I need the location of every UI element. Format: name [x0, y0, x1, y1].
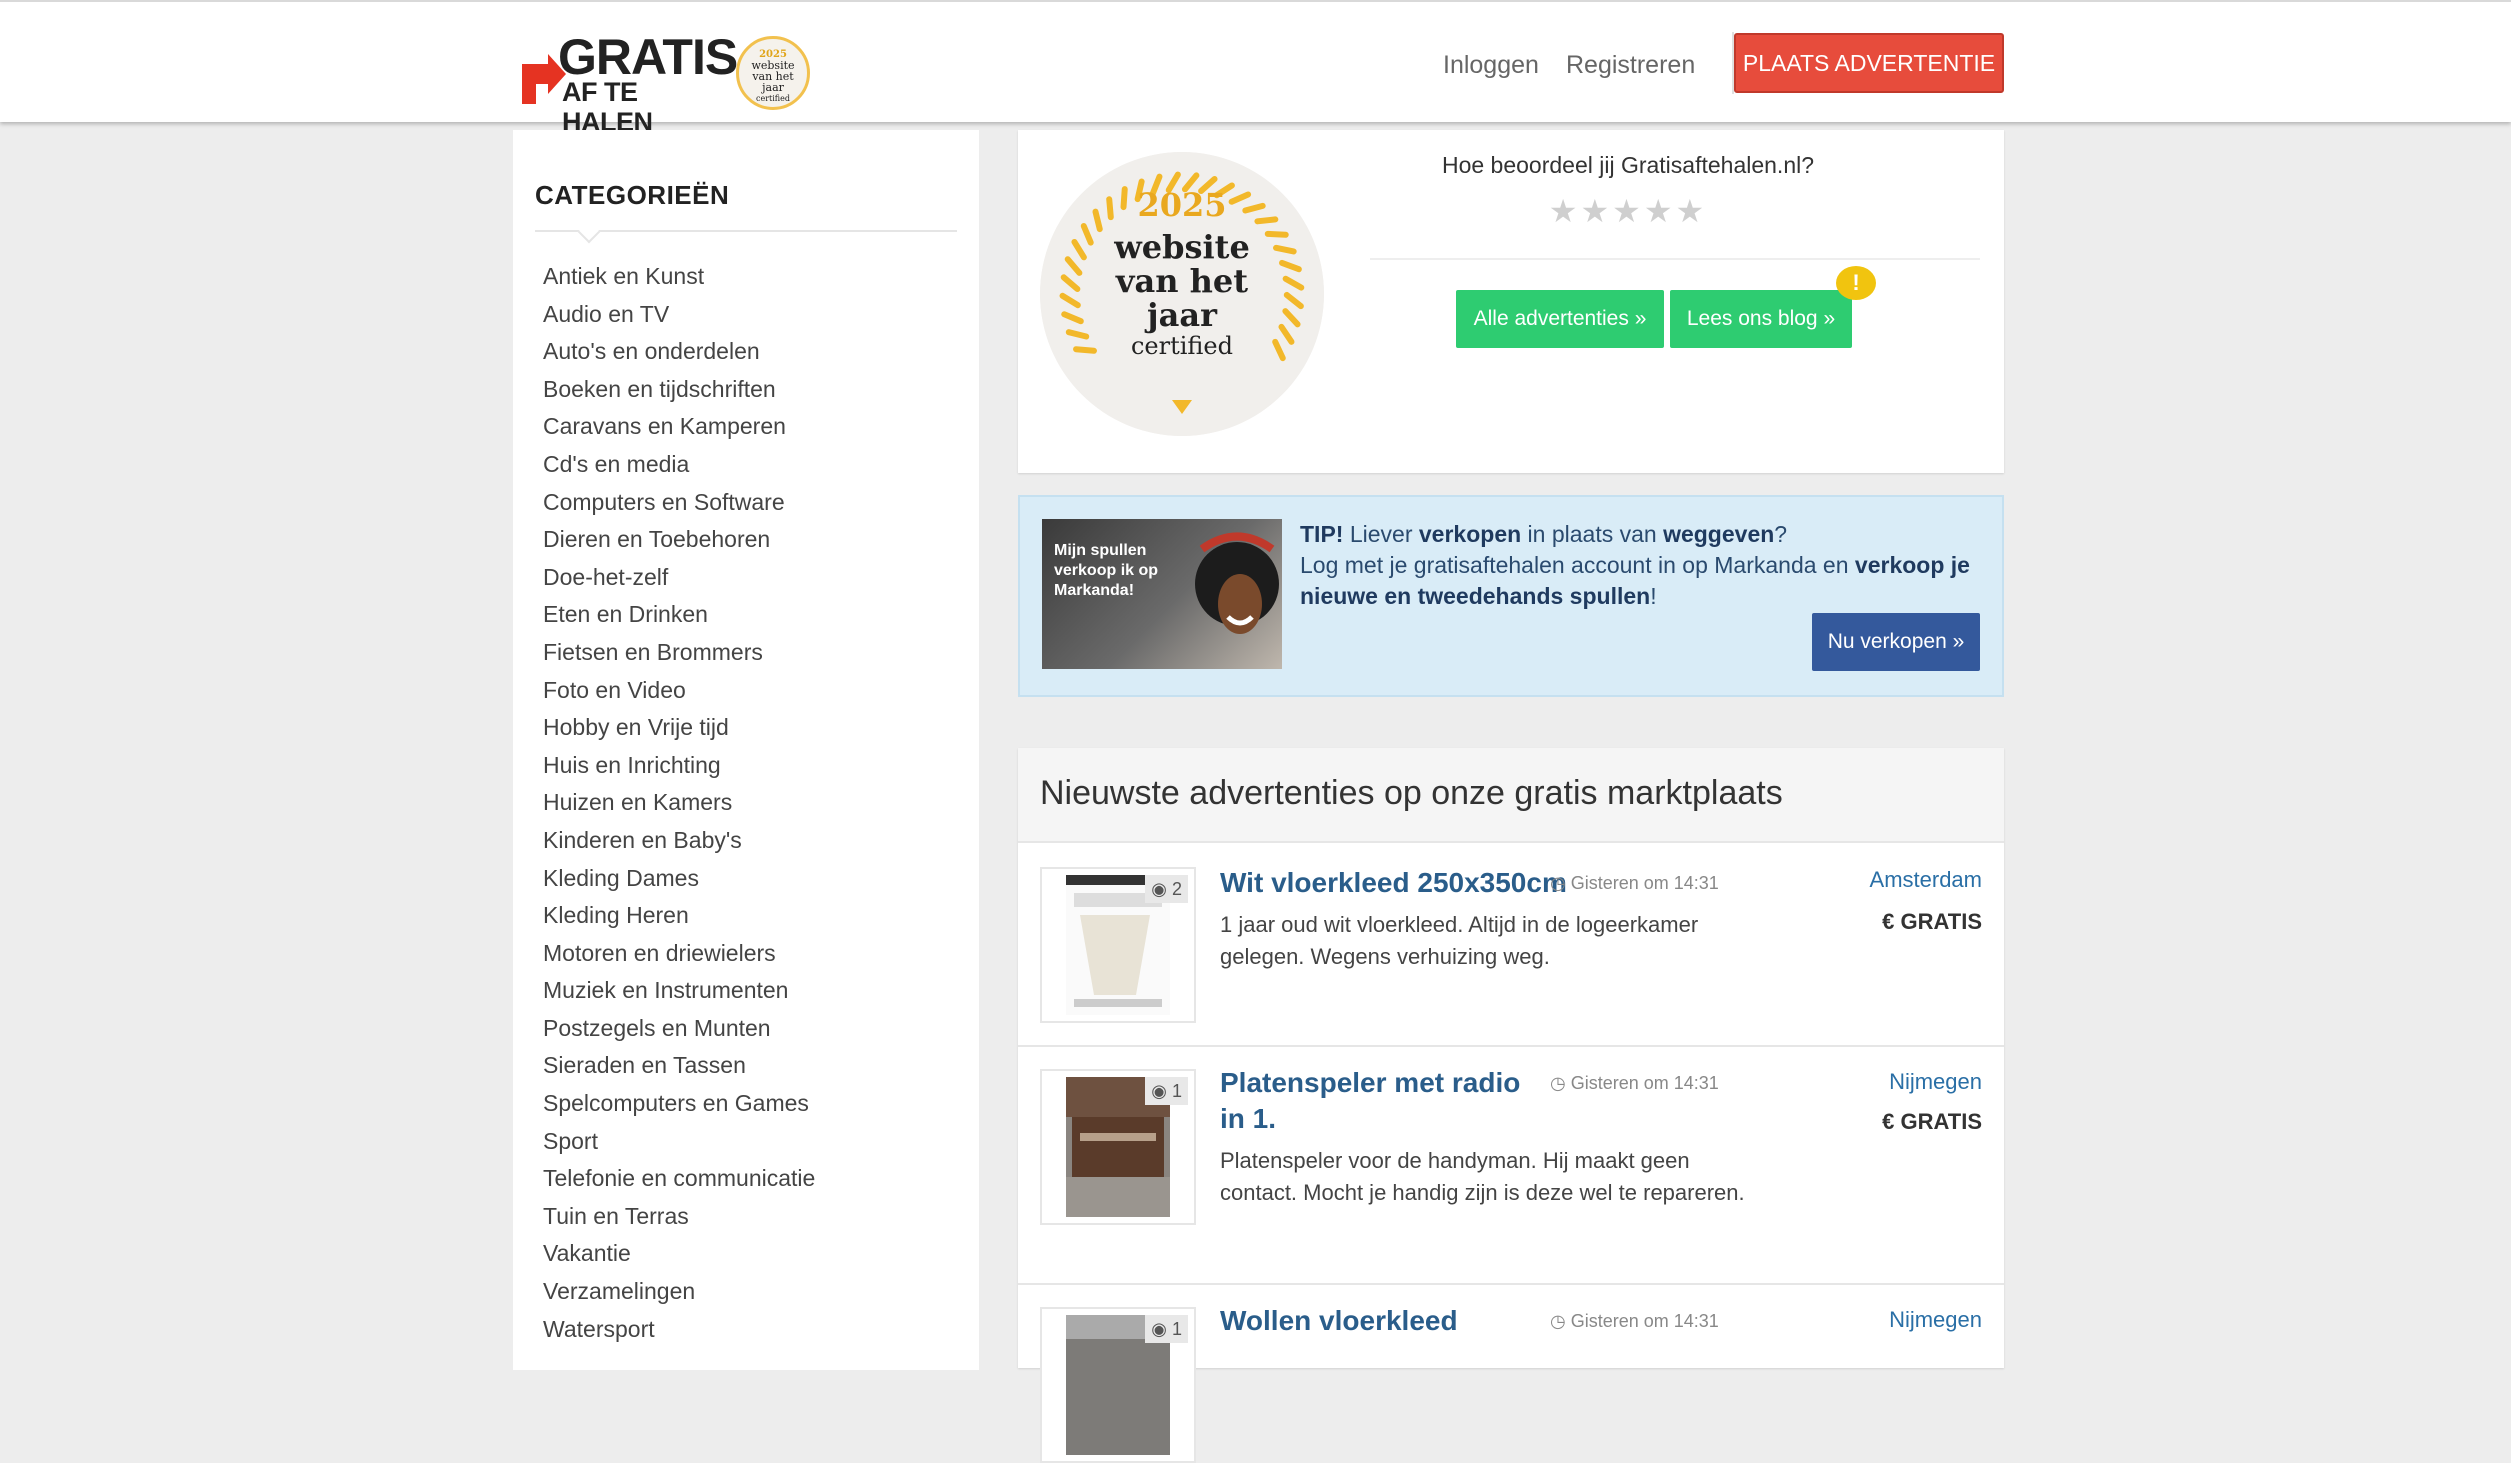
listing-time: ◷ Gisteren om 14:31 — [1550, 1311, 1719, 1331]
listing-thumbnail[interactable]: ◉ 2 — [1040, 867, 1196, 1023]
login-link[interactable]: Inloggen — [1443, 50, 1539, 80]
website-van-het-jaar-badge-small: 2025 website van het jaar certified — [736, 36, 810, 110]
category-link[interactable]: Vakantie — [543, 1235, 815, 1273]
category-link[interactable]: Auto's en onderdelen — [543, 333, 815, 371]
latest-listings-card: Nieuwste advertenties op onze gratis mar… — [1018, 748, 2004, 1463]
markanda-promo-image[interactable]: Mijn spullen verkoop ik op Markanda! — [1042, 519, 1282, 669]
photo-count-badge: ◉ 1 — [1145, 1077, 1188, 1105]
listings-header: Nieuwste advertenties op onze gratis mar… — [1018, 748, 2004, 843]
svg-text:certified: certified — [1131, 332, 1233, 360]
category-link[interactable]: Verzamelingen — [543, 1273, 815, 1311]
listing-thumbnail[interactable]: ◉ 1 — [1040, 1069, 1196, 1225]
photo-count-badge: ◉ 2 — [1145, 875, 1188, 903]
category-link[interactable]: Postzegels en Munten — [543, 1010, 815, 1048]
listing-city[interactable]: Nijmegen — [1889, 1069, 1982, 1095]
listing-title[interactable]: Wollen vloerkleed — [1220, 1303, 1458, 1339]
category-link[interactable]: Motoren en driewielers — [543, 935, 815, 973]
register-link[interactable]: Registreren — [1566, 50, 1695, 80]
logo-text-gratis: GRATIS — [558, 29, 738, 85]
listing-item[interactable]: ◉ 1 Platenspeler met radio in 1. ◷ Giste… — [1018, 1047, 2004, 1285]
listing-item[interactable]: ◉ 2 Wit vloerkleed 250x350cm ◷ Gisteren … — [1018, 843, 2004, 1047]
category-list: Antiek en Kunst Audio en TV Auto's en onde… — [543, 258, 815, 1348]
category-link[interactable]: Eten en Drinken — [543, 596, 815, 634]
category-link[interactable]: Muziek en Instrumenten — [543, 972, 815, 1010]
rating-question: Hoe beoordeel jij Gratisaftehalen.nl? — [1441, 152, 1815, 178]
category-link[interactable]: Computers en Software — [543, 484, 815, 522]
categories-sidebar: CATEGORIEËN Antiek en Kunst Audio en TV Au… — [513, 130, 979, 1370]
category-link[interactable]: Kleding Heren — [543, 897, 815, 935]
site-header: GRATIS AF TE HALEN 2025 website van het … — [0, 0, 2511, 137]
markanda-tip-card: Mijn spullen verkoop ik op Markanda! TIP… — [1018, 495, 2004, 697]
markanda-promo-text: Mijn spullen verkoop ik op Markanda! — [1054, 542, 1159, 599]
category-link[interactable]: Huis en Inrichting — [543, 747, 815, 785]
listings-title: Nieuwste advertenties op onze gratis mar… — [1040, 774, 1783, 812]
category-link[interactable]: Doe-het-zelf — [543, 559, 815, 597]
rating-divider — [1370, 258, 1980, 260]
listing-description: 1 jaar oud wit vloerkleed. Altijd in de … — [1220, 912, 1699, 969]
category-link[interactable]: Fietsen en Brommers — [543, 634, 815, 672]
category-link[interactable]: Telefonie en communicatie — [543, 1160, 815, 1198]
person-illustration-icon — [1195, 532, 1279, 634]
category-link[interactable]: Kinderen en Baby's — [543, 822, 815, 860]
category-link[interactable]: Audio en TV — [543, 296, 815, 334]
listing-thumbnail[interactable]: ◉ 1 — [1040, 1307, 1196, 1463]
listing-item[interactable]: ◉ 1 Wollen vloerkleed ◷ Gisteren om 14:3… — [1018, 1285, 2004, 1463]
tip-headline: TIP! Liever verkopen in plaats van wegge… — [1300, 521, 1788, 547]
svg-text:website: website — [1113, 228, 1250, 266]
category-link[interactable]: Hobby en Vrije tijd — [543, 709, 815, 747]
site-logo[interactable]: GRATIS AF TE HALEN — [518, 32, 738, 137]
categories-divider-notch — [577, 220, 601, 244]
category-link[interactable]: Kleding Dames — [543, 860, 815, 898]
svg-text:jaar: jaar — [1144, 296, 1218, 334]
logo-text-af-te-halen: AF TE HALEN — [562, 77, 653, 137]
listing-title[interactable]: Wit vloerkleed 250x350cm — [1220, 865, 1567, 901]
svg-text:van het: van het — [1115, 262, 1248, 300]
listing-price: € GRATIS — [1882, 1109, 1982, 1134]
listing-title[interactable]: Platenspeler met radio in 1. — [1220, 1065, 1530, 1137]
read-blog-button[interactable]: Lees ons blog » — [1670, 290, 1852, 348]
category-link[interactable]: Sieraden en Tassen — [543, 1047, 815, 1085]
listing-price: € GRATIS — [1882, 909, 1982, 934]
category-link[interactable]: Antiek en Kunst — [543, 258, 815, 296]
sell-now-button[interactable]: Nu verkopen » — [1812, 613, 1980, 671]
rating-card: 2025 website van het jaar certified Hoe … — [1018, 130, 2004, 473]
listing-city[interactable]: Nijmegen — [1889, 1307, 1982, 1333]
svg-text:2025: 2025 — [1137, 186, 1226, 224]
category-link[interactable]: Caravans en Kamperen — [543, 408, 815, 446]
category-link[interactable]: Foto en Video — [543, 672, 815, 710]
rating-stars[interactable]: ★★★★★ — [1368, 192, 1888, 230]
photo-count-badge: ◉ 1 — [1145, 1315, 1188, 1343]
category-link[interactable]: Cd's en media — [543, 446, 815, 484]
category-link[interactable]: Sport — [543, 1123, 815, 1161]
all-ads-button[interactable]: Alle advertenties » — [1456, 290, 1664, 348]
tip-text: Log met je gratisaftehalen account in op… — [1300, 552, 1970, 609]
category-link[interactable]: Boeken en tijdschriften — [543, 371, 815, 409]
category-link[interactable]: Dieren en Toebehoren — [543, 521, 815, 559]
blog-alert-icon: ! — [1836, 266, 1876, 300]
listing-city[interactable]: Amsterdam — [1870, 867, 1982, 893]
listing-time: ◷ Gisteren om 14:31 — [1550, 1073, 1719, 1093]
category-link[interactable]: Watersport — [543, 1311, 815, 1349]
website-van-het-jaar-badge: 2025 website van het jaar certified — [1040, 152, 1324, 436]
category-link[interactable]: Huizen en Kamers — [543, 784, 815, 822]
category-link[interactable]: Tuin en Terras — [543, 1198, 815, 1236]
listing-time: ◷ Gisteren om 14:31 — [1550, 873, 1719, 893]
categories-title: CATEGORIEËN — [535, 180, 730, 210]
category-link[interactable]: Spelcomputers en Games — [543, 1085, 815, 1123]
listing-description: Platenspeler voor de handyman. Hij maakt… — [1220, 1148, 1745, 1205]
place-ad-button[interactable]: PLAATS ADVERTENTIE — [1734, 33, 2004, 93]
